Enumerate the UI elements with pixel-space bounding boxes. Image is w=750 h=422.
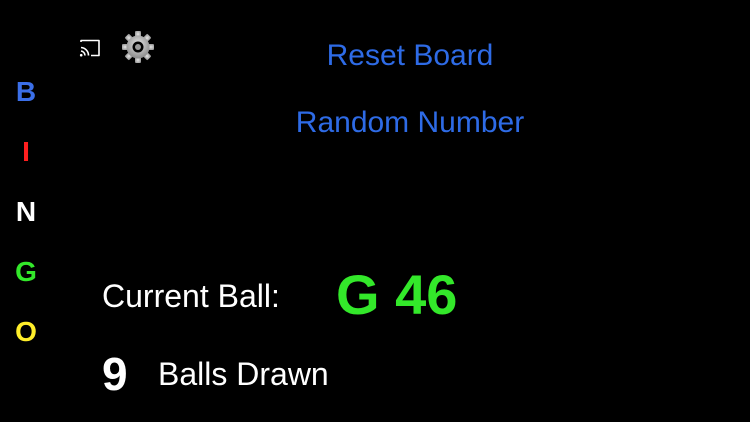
reset-board-button[interactable]: Reset Board [290, 38, 530, 74]
bingo-letter-i: I [22, 136, 30, 167]
balls-drawn-label: Balls Drawn [158, 356, 329, 392]
gear-icon-graphic [122, 31, 154, 63]
bingo-letter-b: B [15, 76, 37, 107]
random-number-button[interactable]: Random Number [260, 105, 560, 141]
bingo-letter-n: N [15, 196, 37, 227]
current-ball-label: Current Ball: [102, 278, 280, 314]
bingo-letter-o: O [15, 316, 37, 347]
current-ball-value: G 46 [336, 263, 458, 326]
balls-drawn-count: 9 [102, 348, 128, 400]
cast-icon-graphic [79, 39, 100, 57]
bingo-letter-g: G [15, 256, 37, 287]
cast-icon[interactable] [78, 38, 102, 58]
gear-icon[interactable] [121, 30, 155, 64]
